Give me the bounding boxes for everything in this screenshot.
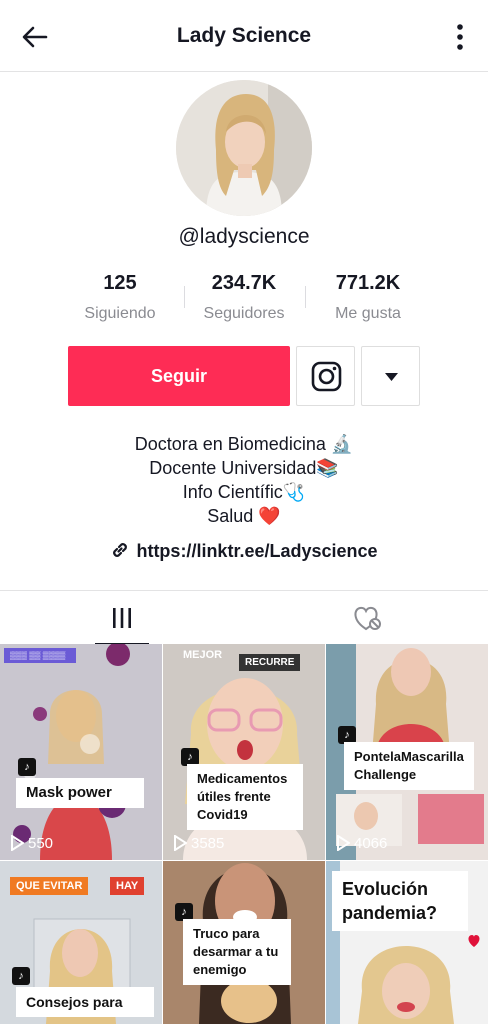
videos-grid-icon [113, 608, 131, 628]
avatar-portrait [176, 80, 312, 216]
content-tabs [0, 590, 488, 645]
link-icon [113, 543, 128, 557]
video-caption: Mask power [16, 778, 144, 808]
profile-stats: 125 Siguiendo 234.7K Seguidores 771.2K M… [58, 272, 430, 328]
stat-followers[interactable]: 234.7K Seguidores [182, 272, 306, 323]
video-grid: ▒▒▒ ▒▒ ▒▒▒▒ ♪ Mask power 550 MEJOR RECUR… [0, 644, 488, 1024]
video-caption: Truco para desarmar a tu enemigo [183, 919, 291, 985]
video-tile[interactable]: QUE EVITAR HAY ♪ Consejos para [0, 861, 162, 1024]
follow-button[interactable]: Seguir [68, 346, 290, 406]
profile-title: Lady Science [176, 24, 312, 47]
bio-line: Salud ❤️ [207, 506, 281, 526]
tab-liked[interactable] [244, 591, 488, 645]
bio-line: Docente Universidad📚 [149, 458, 339, 478]
video-tile[interactable]: ♪ PontelaMascarilla Challenge 4066 [326, 644, 488, 860]
view-count: 3585 [173, 834, 225, 852]
more-options-button[interactable] [454, 22, 466, 52]
video-thumbnail [0, 644, 162, 860]
bio-line: Info Científic🩺 [182, 482, 306, 502]
profile-link[interactable]: https://linktr.ee/Ladyscience [0, 540, 488, 562]
video-tile[interactable]: MEJOR RECURRE ♪ Medicamentos útiles fren… [163, 644, 325, 860]
view-count: 550 [10, 834, 54, 852]
view-count-value: 4066 [354, 835, 388, 852]
caret-down-icon [385, 373, 398, 381]
instagram-icon [311, 361, 342, 392]
more-vertical-icon [457, 24, 463, 50]
stat-value: 234.7K [211, 272, 277, 294]
username: @ladyscience [178, 225, 310, 248]
stat-value: 771.2K [335, 272, 401, 294]
stat-label: Seguidores [203, 305, 285, 322]
video-caption: Consejos para [16, 987, 154, 1017]
top-bar: Lady Science [0, 0, 488, 72]
profile-avatar[interactable] [176, 80, 312, 216]
stat-likes: 771.2K Me gusta [306, 272, 430, 323]
view-count: 4066 [336, 834, 388, 852]
bio-line: Doctora en Biomedicina 🔬 [134, 434, 354, 454]
play-icon [174, 834, 188, 852]
suggested-accounts-button[interactable] [361, 346, 420, 406]
tiktok-logo-icon: ♪ [12, 967, 30, 985]
thumbnail-overlay-text: RECURRE [239, 654, 301, 671]
tab-videos[interactable] [0, 591, 244, 645]
tiktok-logo-icon: ♪ [18, 758, 36, 776]
thumbnail-overlay-text: MEJOR [183, 649, 223, 661]
video-tile[interactable]: ♪ Truco para desarmar a tu enemigo [163, 861, 325, 1024]
video-caption: Evolución pandemia? [332, 871, 468, 931]
liked-heart-icon [354, 606, 381, 631]
play-icon [337, 834, 351, 852]
stat-label: Siguiendo [84, 305, 156, 322]
thumbnail-overlay-text: QUE EVITAR [10, 877, 89, 895]
view-count-value: 3585 [191, 835, 225, 852]
video-tile[interactable]: Evolución pandemia? [326, 861, 488, 1024]
instagram-button[interactable] [296, 346, 355, 406]
view-count-value: 550 [28, 835, 54, 852]
thumbnail-overlay-text: ▒▒▒ ▒▒ ▒▒▒▒ [4, 648, 76, 663]
thumbnail-overlay-text: HAY [110, 877, 145, 895]
play-icon [11, 834, 25, 852]
stat-value: 125 [103, 272, 137, 294]
profile-link-text: https://linktr.ee/Ladyscience [136, 541, 378, 561]
video-caption: Medicamentos útiles frente Covid19 [187, 764, 303, 830]
profile-bio: Doctora en Biomedicina 🔬 Docente Univers… [0, 432, 488, 528]
stat-following[interactable]: 125 Siguiendo [58, 272, 182, 323]
stat-label: Me gusta [335, 305, 401, 322]
video-caption: PontelaMascarilla Challenge [344, 742, 474, 790]
video-tile[interactable]: ▒▒▒ ▒▒ ▒▒▒▒ ♪ Mask power 550 [0, 644, 162, 860]
